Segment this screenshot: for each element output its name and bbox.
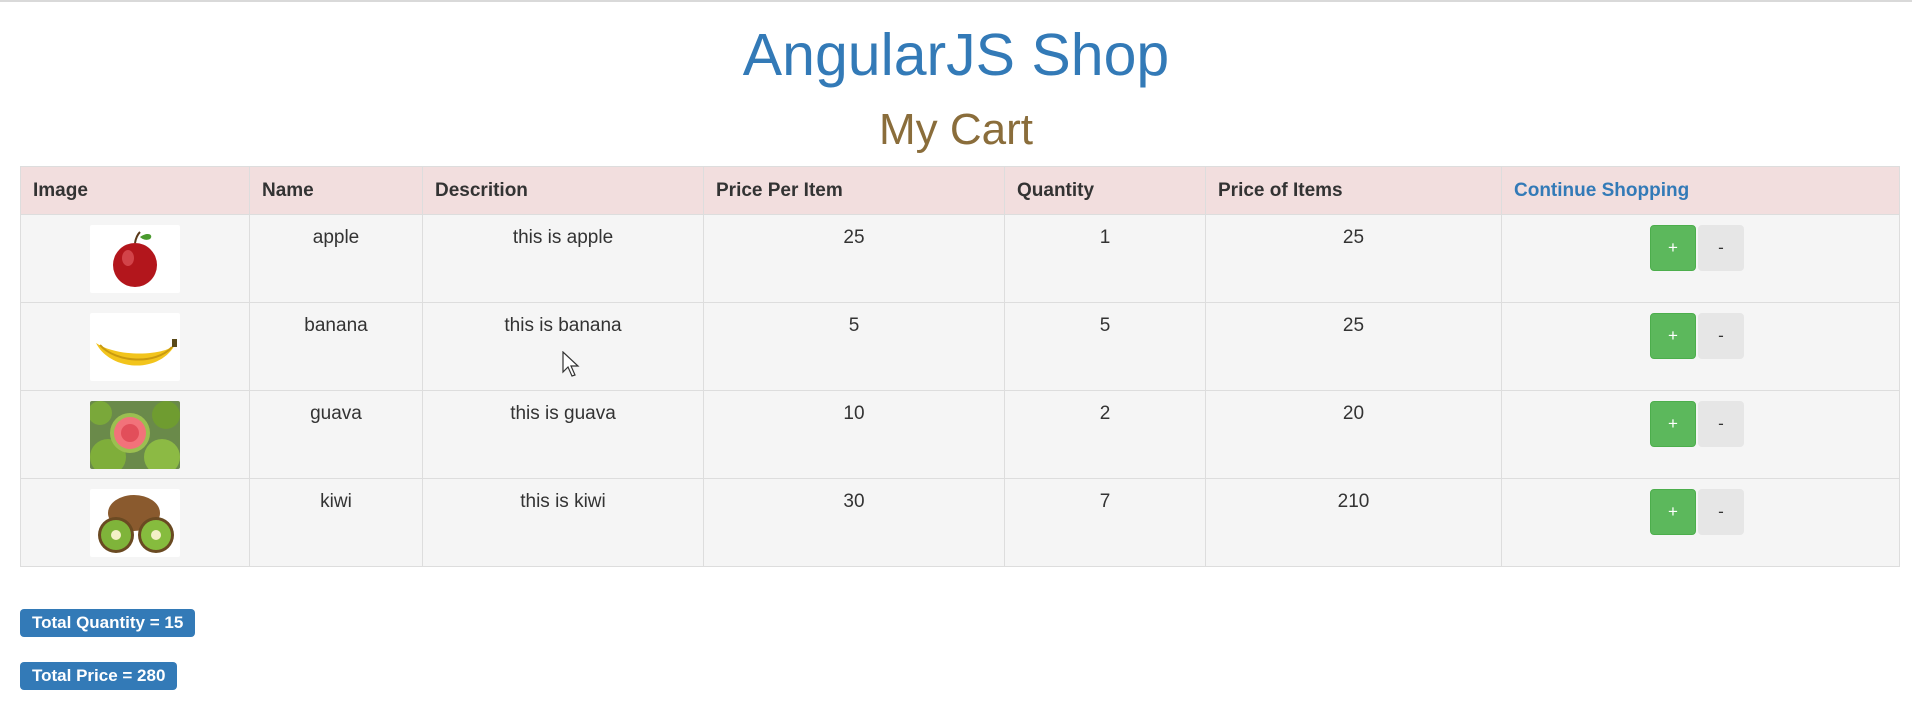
top-divider — [0, 0, 1912, 2]
item-total: 25 — [1205, 214, 1502, 303]
image-cell — [20, 214, 250, 303]
actions-cell: + - — [1501, 302, 1900, 391]
column-header-description: Descrition — [422, 166, 704, 215]
column-header-image: Image — [20, 166, 250, 215]
item-quantity: 2 — [1004, 390, 1206, 479]
mouse-cursor-icon — [562, 351, 580, 377]
continue-shopping-link[interactable]: Continue Shopping — [1514, 180, 1689, 201]
banana-image — [90, 313, 180, 381]
item-total: 25 — [1205, 302, 1502, 391]
table-row: apple this is apple 25 1 25 + - — [20, 214, 1900, 303]
column-header-price-of-items: Price of Items — [1205, 166, 1502, 215]
item-quantity: 7 — [1004, 478, 1206, 567]
item-price: 5 — [703, 302, 1005, 391]
actions-cell: + - — [1501, 478, 1900, 567]
item-quantity: 5 — [1004, 302, 1206, 391]
decrease-quantity-button[interactable]: - — [1698, 489, 1744, 535]
item-total: 210 — [1205, 478, 1502, 567]
item-price: 30 — [703, 478, 1005, 567]
column-header-price-per-item: Price Per Item — [703, 166, 1005, 215]
cart-table: Image Name Descrition Price Per Item Qua… — [20, 166, 1900, 567]
item-description: this is guava — [422, 390, 704, 479]
item-price: 25 — [703, 214, 1005, 303]
table-row: kiwi this is kiwi 30 7 210 + - — [20, 478, 1900, 567]
table-header-row: Image Name Descrition Price Per Item Qua… — [20, 166, 1900, 215]
item-name: apple — [249, 214, 423, 303]
guava-image — [90, 401, 180, 469]
total-price-badge: Total Price = 280 — [20, 662, 178, 690]
item-quantity: 1 — [1004, 214, 1206, 303]
decrease-quantity-button[interactable]: - — [1698, 401, 1744, 447]
increase-quantity-button[interactable]: + — [1650, 313, 1696, 359]
image-cell — [20, 302, 250, 391]
apple-image — [90, 225, 180, 293]
increase-quantity-button[interactable]: + — [1650, 225, 1696, 271]
decrease-quantity-button[interactable]: - — [1698, 225, 1744, 271]
image-cell — [20, 390, 250, 479]
continue-shopping-cell: Continue Shopping — [1501, 166, 1900, 215]
kiwi-image — [90, 489, 180, 557]
item-total: 20 — [1205, 390, 1502, 479]
item-description: this is apple — [422, 214, 704, 303]
increase-quantity-button[interactable]: + — [1650, 489, 1696, 535]
item-name: guava — [249, 390, 423, 479]
total-quantity-badge: Total Quantity = 15 — [20, 609, 196, 637]
item-name: kiwi — [249, 478, 423, 567]
actions-cell: + - — [1501, 214, 1900, 303]
table-row: guava this is guava 10 2 20 + - — [20, 390, 1900, 479]
page-title: My Cart — [879, 105, 1033, 154]
column-header-quantity: Quantity — [1004, 166, 1206, 215]
item-name: banana — [249, 302, 423, 391]
image-cell — [20, 478, 250, 567]
decrease-quantity-button[interactable]: - — [1698, 313, 1744, 359]
actions-cell: + - — [1501, 390, 1900, 479]
table-row: banana this is banana 5 5 25 + - — [20, 302, 1900, 391]
item-price: 10 — [703, 390, 1005, 479]
item-description: this is kiwi — [422, 478, 704, 567]
column-header-name: Name — [249, 166, 423, 215]
site-title: AngularJS Shop — [742, 22, 1170, 88]
increase-quantity-button[interactable]: + — [1650, 401, 1696, 447]
